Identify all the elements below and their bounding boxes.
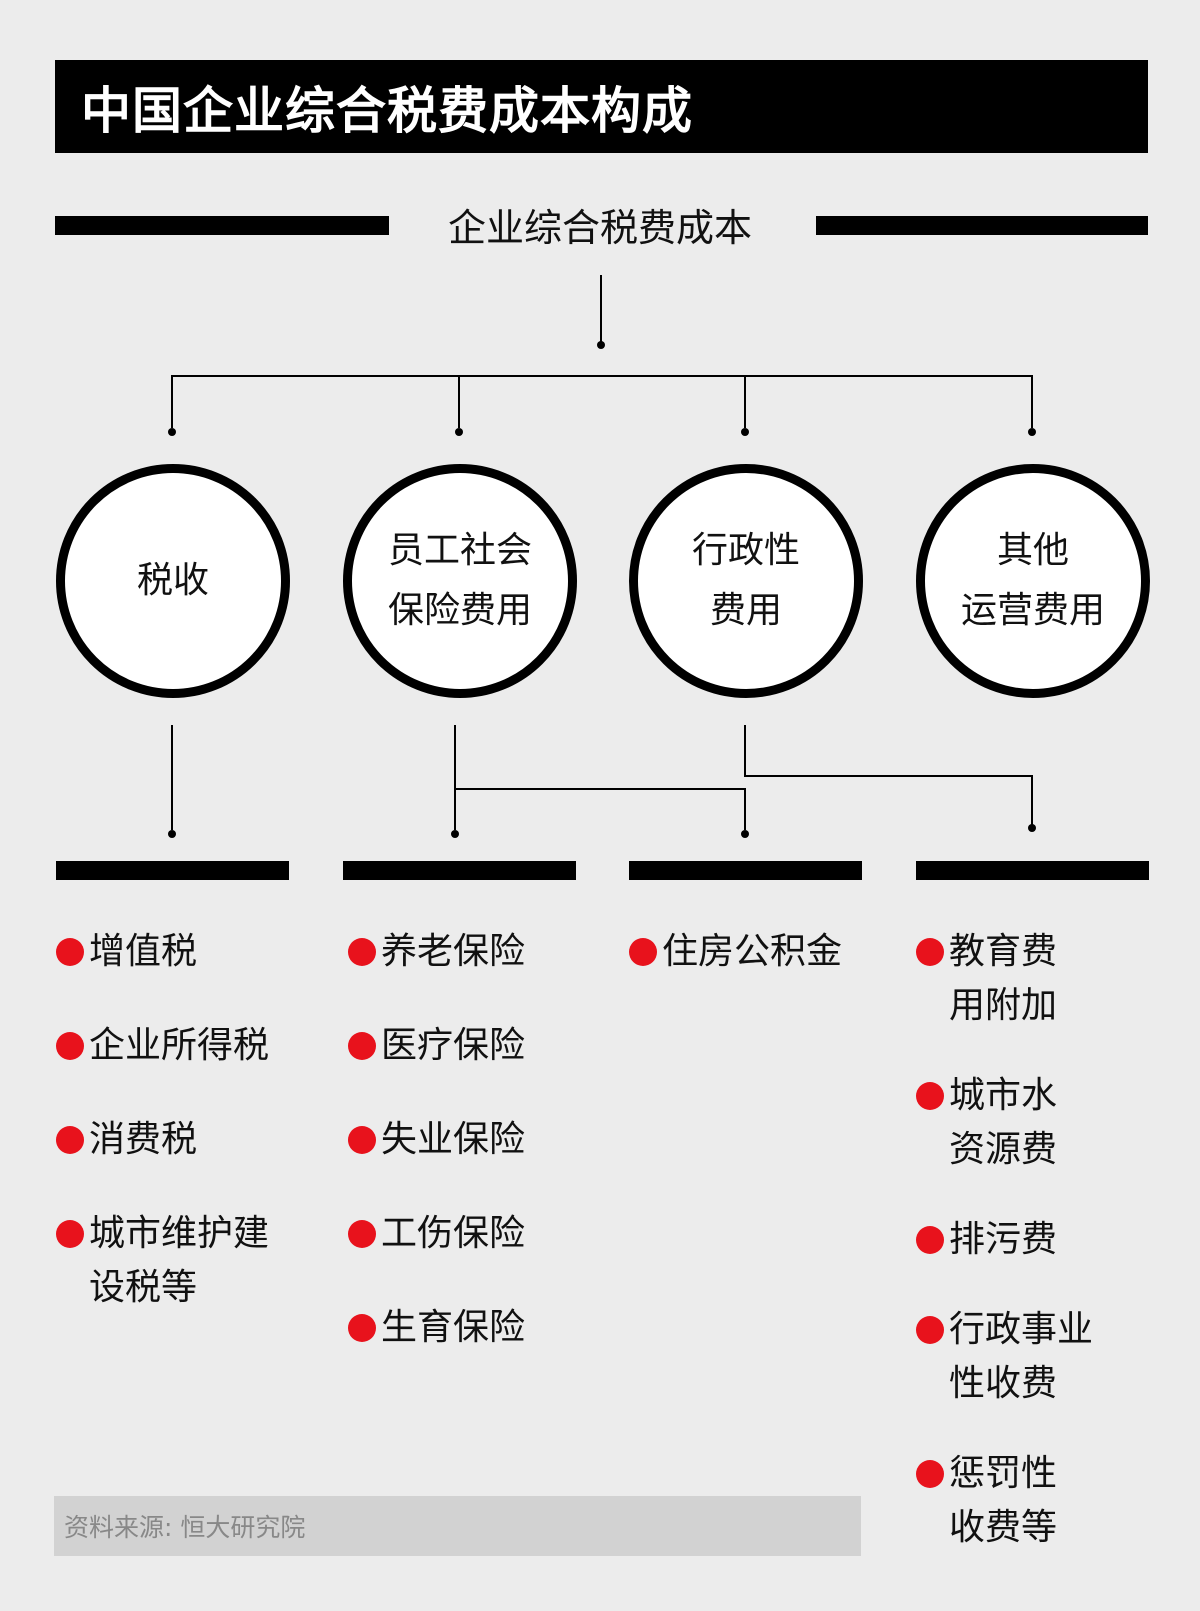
column-rule-tax	[56, 861, 289, 880]
bullet-dot	[629, 938, 657, 966]
category-label-social-insurance: 员工社会 保险费用	[387, 530, 532, 631]
bullet-dot	[916, 1082, 944, 1110]
list-item: 消费税	[56, 1113, 306, 1167]
category-label-admin-fees: 行政性 费用	[691, 530, 800, 631]
branch-dot-1	[168, 428, 176, 436]
drop-dot-4	[1028, 824, 1036, 832]
bullet-dot	[56, 938, 84, 966]
bullet-dot	[348, 1314, 376, 1342]
bullet-dot	[916, 1226, 944, 1254]
column-rule-admin-fees	[629, 861, 862, 880]
tax-item-list: 增值税 企业所得税 消费税 城市维护建 设税等	[56, 925, 306, 1315]
category-label-other-costs: 其他 运营费用	[960, 530, 1105, 631]
bullet-dot	[56, 1220, 84, 1248]
category-node-tax: 税收	[56, 464, 290, 698]
root-stem-dot	[597, 341, 605, 349]
list-item: 教育费 用附加	[916, 925, 1156, 1033]
list-item: 排污费	[916, 1213, 1156, 1267]
bullet-dot	[348, 938, 376, 966]
branch-bus	[171, 375, 1033, 428]
bullet-dot	[56, 1126, 84, 1154]
source-note: 资料来源: 恒大研究院	[54, 1496, 861, 1556]
category-label-tax: 税收	[136, 560, 209, 601]
list-item: 失业保险	[348, 1113, 578, 1167]
list-item: 增值税	[56, 925, 306, 979]
drop-social-to-fund	[455, 788, 746, 830]
bullet-dot	[916, 938, 944, 966]
list-item: 生育保险	[348, 1301, 578, 1355]
bullet-dot	[56, 1032, 84, 1060]
social-insurance-item-list: 养老保险 医疗保险 失业保险 工伤保险 生育保险	[348, 925, 578, 1355]
column-rule-other-costs	[916, 861, 1149, 880]
category-node-social-insurance: 员工社会 保险费用	[343, 464, 577, 698]
branch-dot-3	[741, 428, 749, 436]
list-item: 惩罚性 收费等	[916, 1447, 1156, 1555]
drop-dot-1	[168, 830, 176, 838]
bullet-dot	[348, 1220, 376, 1248]
list-item: 养老保险	[348, 925, 578, 979]
drop-dot-3	[741, 830, 749, 838]
bullet-dot	[348, 1032, 376, 1060]
list-item: 医疗保险	[348, 1019, 578, 1073]
list-item: 城市水 资源费	[916, 1069, 1156, 1177]
list-item: 住房公积金	[629, 925, 879, 979]
list-item: 企业所得税	[56, 1019, 306, 1073]
list-item: 城市维护建 设税等	[56, 1207, 306, 1315]
branch-dot-2	[455, 428, 463, 436]
category-node-other-costs: 其他 运营费用	[916, 464, 1150, 698]
category-node-admin-fees: 行政性 费用	[629, 464, 863, 698]
drop-admin-to-other	[744, 725, 1033, 825]
source-text: 资料来源: 恒大研究院	[64, 1513, 306, 1542]
list-item: 行政事业 性收费	[916, 1303, 1156, 1411]
drop-dot-2	[451, 830, 459, 838]
list-item: 工伤保险	[348, 1207, 578, 1261]
column-rule-social-insurance	[343, 861, 576, 880]
branch-dot-4	[1028, 428, 1036, 436]
admin-fees-item-list: 住房公积金	[629, 925, 879, 979]
bullet-dot	[348, 1126, 376, 1154]
bullet-dot	[916, 1460, 944, 1488]
bullet-dot	[916, 1316, 944, 1344]
other-costs-item-list: 教育费 用附加 城市水 资源费 排污费 行政事业 性收费 惩罚性 收费等	[916, 925, 1156, 1555]
